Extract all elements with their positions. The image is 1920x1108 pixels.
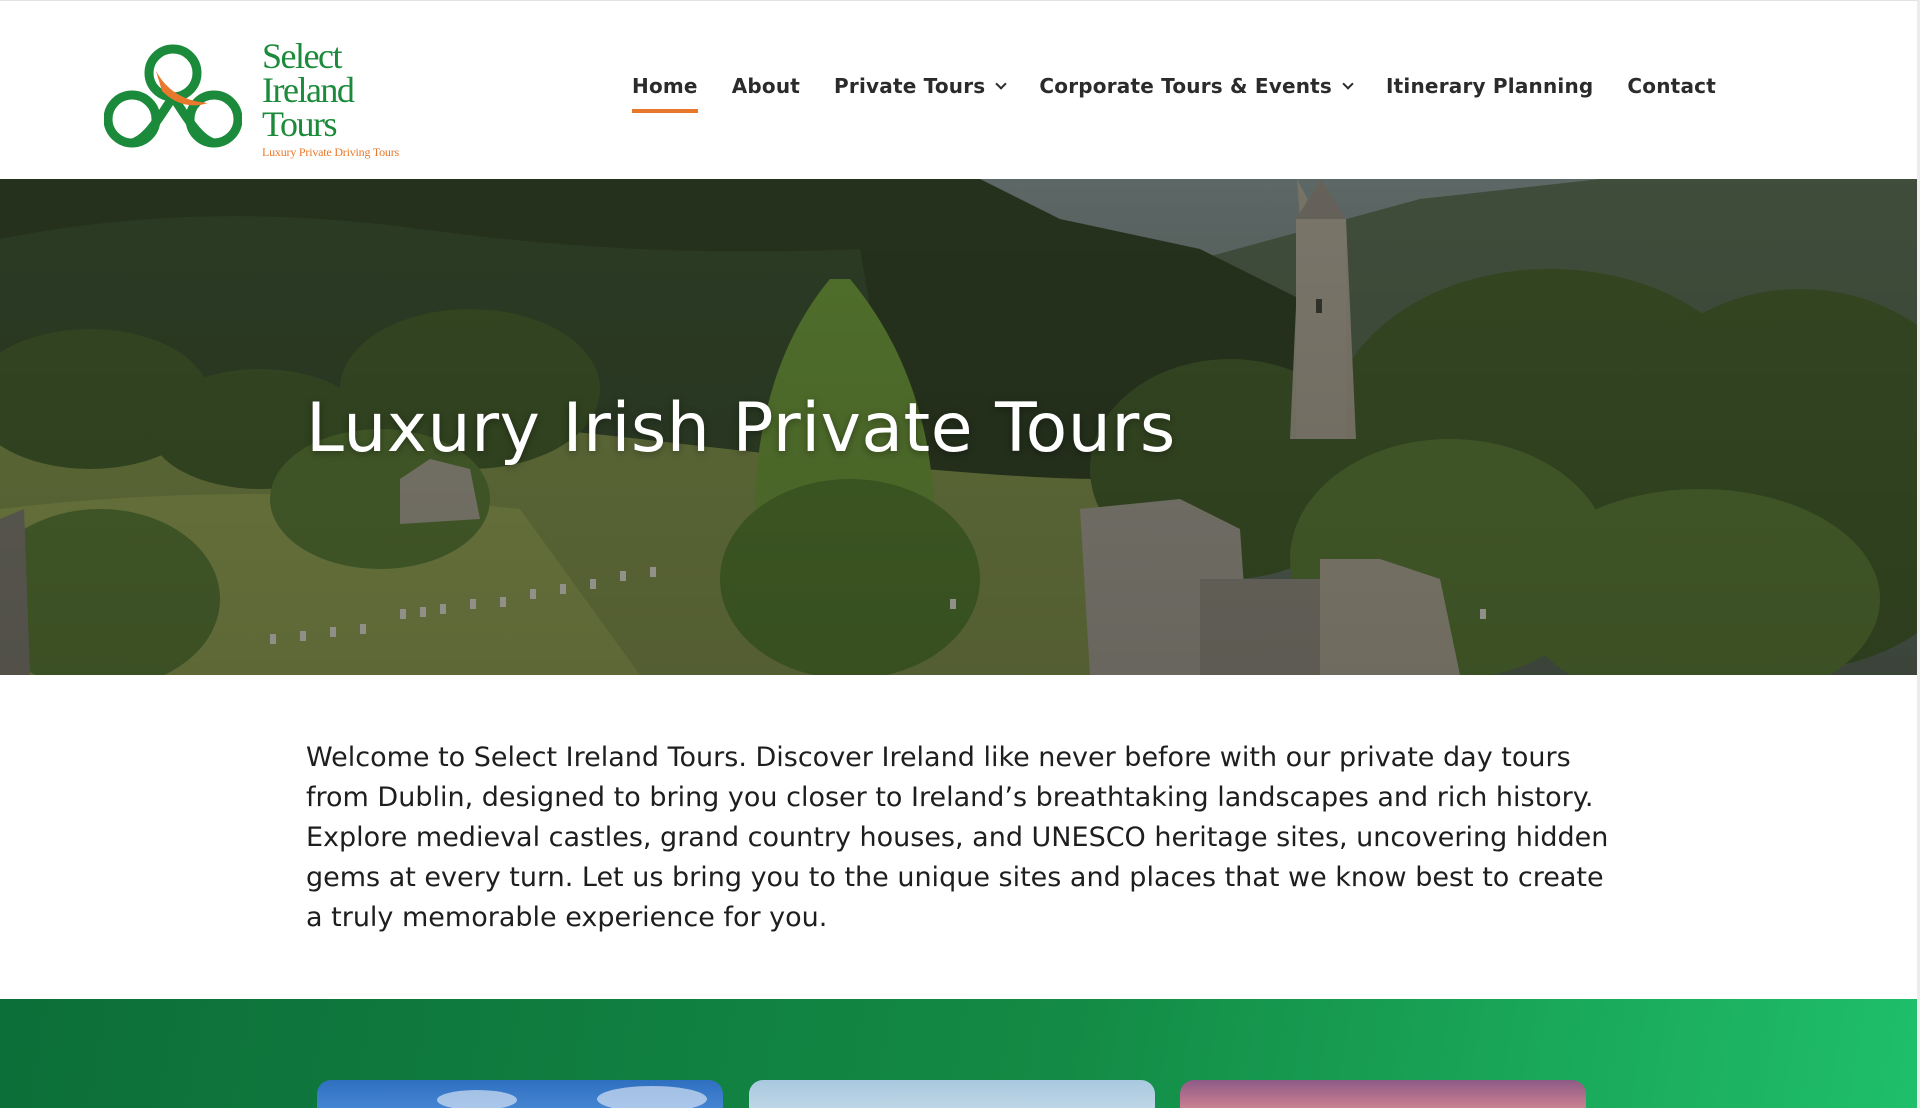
logo-word-ireland: Ireland [262, 70, 355, 110]
nav-label-home: Home [632, 74, 698, 98]
nav-item-about[interactable]: About [732, 71, 800, 101]
logo-wordmark: Select Ireland Tours Luxury Private Driv… [262, 36, 422, 160]
nav-label-about: About [731, 74, 801, 98]
nav-item-home[interactable]: Home [632, 71, 698, 113]
chevron-down-icon [995, 77, 1008, 90]
nav-label-itinerary-planning: Itinerary Planning [1386, 74, 1594, 98]
intro-paragraph: Welcome to Select Ireland Tours. Discove… [306, 742, 1609, 933]
site-header: Select Ireland Tours Luxury Private Driv… [0, 0, 1920, 179]
nav-label-contact: Contact [1627, 74, 1716, 98]
cloud-shape [597, 1086, 707, 1108]
nav-item-itinerary-planning[interactable]: Itinerary Planning [1386, 71, 1593, 101]
site-logo-link[interactable]: Select Ireland Tours Luxury Private Driv… [104, 38, 414, 161]
nav-item-contact[interactable]: Contact [1627, 71, 1716, 101]
main-nav: Home About Private Tours Corporate Tours… [632, 71, 1750, 115]
hero-banner: Luxury Irish Private Tours [0, 179, 1920, 675]
tour-card-2[interactable] [749, 1080, 1155, 1108]
nav-item-private-tours[interactable]: Private Tours [834, 71, 1008, 101]
nav-label-corporate-tours: Corporate Tours & Events [1039, 74, 1333, 98]
logo-word-select: Select [262, 36, 342, 76]
hero-title: Luxury Irish Private Tours [306, 389, 1176, 468]
page: Select Ireland Tours Luxury Private Driv… [0, 0, 1920, 1108]
tour-card-1[interactable] [317, 1080, 723, 1108]
logo-word-tours: Tours [262, 104, 337, 144]
cloud-shape [437, 1090, 517, 1108]
nav-label-private-tours: Private Tours [834, 74, 986, 98]
logo-tagline: Luxury Private Driving Tours [262, 145, 399, 159]
nav-item-corporate-tours[interactable]: Corporate Tours & Events [1039, 71, 1354, 101]
tour-card-3[interactable] [1180, 1080, 1586, 1108]
tours-card-section [0, 999, 1920, 1108]
shamrock-logo-icon [104, 44, 242, 148]
chevron-down-icon [1342, 77, 1354, 90]
